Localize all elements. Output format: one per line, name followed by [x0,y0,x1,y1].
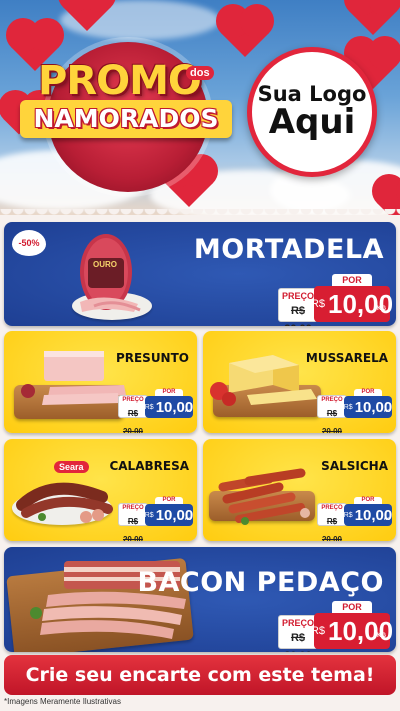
currency: R$ [343,511,353,519]
por-label: POR [155,389,183,396]
promo-dos: dos [186,66,214,80]
old-price-label: PREÇO [122,505,144,511]
disclaimer: *Imagens Meramente Ilustrativas [4,697,121,706]
heart-icon [348,0,398,36]
por-label: POR [332,274,372,286]
promo-title: PROMO [38,58,202,104]
por-label: POR [332,601,372,613]
logo-line-2: Aqui [268,102,356,143]
product-card-calabresa[interactable]: Seara CALABRESA PREÇO R$ 20,00 POR R$ 10… [4,439,197,541]
new-price-value: 10,00 [328,615,394,646]
currency: R$ [343,403,353,411]
namorados-ribbon: NAMORADOS [20,100,232,138]
unit-label: KG [377,633,386,639]
product-card-mussarela[interactable]: MUSSARELA PREÇO R$ 20,00 POR R$ 10,00 KG [203,331,396,433]
old-price-value: R$ 20,00 [321,517,343,541]
scallop-divider [0,209,400,221]
currency: R$ [310,625,325,637]
old-price-value: R$ 20,00 [284,305,312,326]
logo-placeholder[interactable]: Sua Logo Aqui [247,47,377,177]
new-price: POR R$ 10,00 KG [344,389,392,418]
old-price-value: R$ 20,00 [284,632,312,652]
heart-icon [220,8,270,58]
old-price-label: PREÇO [321,397,343,403]
price-tag: PREÇO R$ 20,00 POR R$ 10,00 KG [278,601,394,652]
new-price: POR R$ 10,00 KG [145,497,193,526]
product-card-bacon[interactable]: BACON PEDAÇO PREÇO R$ 20,00 POR R$ 10,00… [4,547,396,652]
old-price-value: R$ 20,00 [122,517,144,541]
price-tag: PREÇO R$ 20,00 POR R$ 10,00 KG [118,497,193,541]
product-name: MUSSARELA [305,351,388,365]
currency: R$ [144,403,154,411]
new-price: POR R$ 10,00 KG [310,274,394,322]
product-card-salsicha[interactable]: SALSICHA PREÇO R$ 20,00 POR R$ 10,00 KG [203,439,396,541]
new-price: POR R$ 10,00 KG [344,497,392,526]
product-name: BACON PEDAÇO [137,567,384,598]
new-price-value: 10,00 [328,288,394,319]
product-card-presunto[interactable]: PRESUNTO PREÇO R$ 20,00 POR R$ 10,00 KG [4,331,197,433]
old-price: PREÇO R$ 20,00 [118,395,148,433]
price-tag: PREÇO R$ 20,00 POR R$ 10,00 KG [278,274,394,326]
price-tag: PREÇO R$ 20,00 POR R$ 10,00 KG [118,389,193,433]
product-card-mortadela[interactable]: -50% OURO MORTADELA PREÇO R$ 20,00 POR R… [4,222,396,326]
unit-label: KG [377,306,386,312]
por-label: POR [354,389,382,396]
old-price-value: R$ 20,00 [122,409,144,433]
header-banner: PROMO dos NAMORADOS Sua Logo Aqui [0,0,400,215]
namorados-title: NAMORADOS [33,104,219,133]
old-price: PREÇO R$ 20,00 [317,503,347,541]
unit-label: KG [384,408,390,413]
product-name: CALABRESA [109,459,189,473]
old-price-value: R$ 20,00 [321,409,343,433]
unit-label: KG [185,516,191,521]
por-label: POR [155,497,183,504]
unit-label: KG [185,408,191,413]
unit-label: KG [384,516,390,521]
currency: R$ [144,511,154,519]
product-name: MORTADELA [193,234,384,265]
old-price: PREÇO R$ 20,00 [317,395,347,433]
new-price: POR R$ 10,00 KG [310,601,394,649]
old-price-label: PREÇO [122,397,144,403]
price-tag: PREÇO R$ 20,00 POR R$ 10,00 KG [317,497,392,541]
cta-text: Crie seu encarte com este tema! [25,664,375,686]
discount-badge: -50% [12,230,46,256]
brand-label: Seara [54,461,89,473]
cta-banner[interactable]: Crie seu encarte com este tema! [4,655,396,695]
calabresa-image [16,482,113,523]
product-name: SALSICHA [321,459,388,473]
por-label: POR [354,497,382,504]
old-price: PREÇO R$ 20,00 [118,503,148,541]
brand-label: OURO [93,260,117,269]
product-name: PRESUNTO [115,351,189,365]
new-price: POR R$ 10,00 KG [145,389,193,418]
salsicha-image [218,468,310,525]
price-tag: PREÇO R$ 20,00 POR R$ 10,00 KG [317,389,392,433]
currency: R$ [310,298,325,310]
old-price-label: PREÇO [321,505,343,511]
mortadela-image [80,234,141,312]
